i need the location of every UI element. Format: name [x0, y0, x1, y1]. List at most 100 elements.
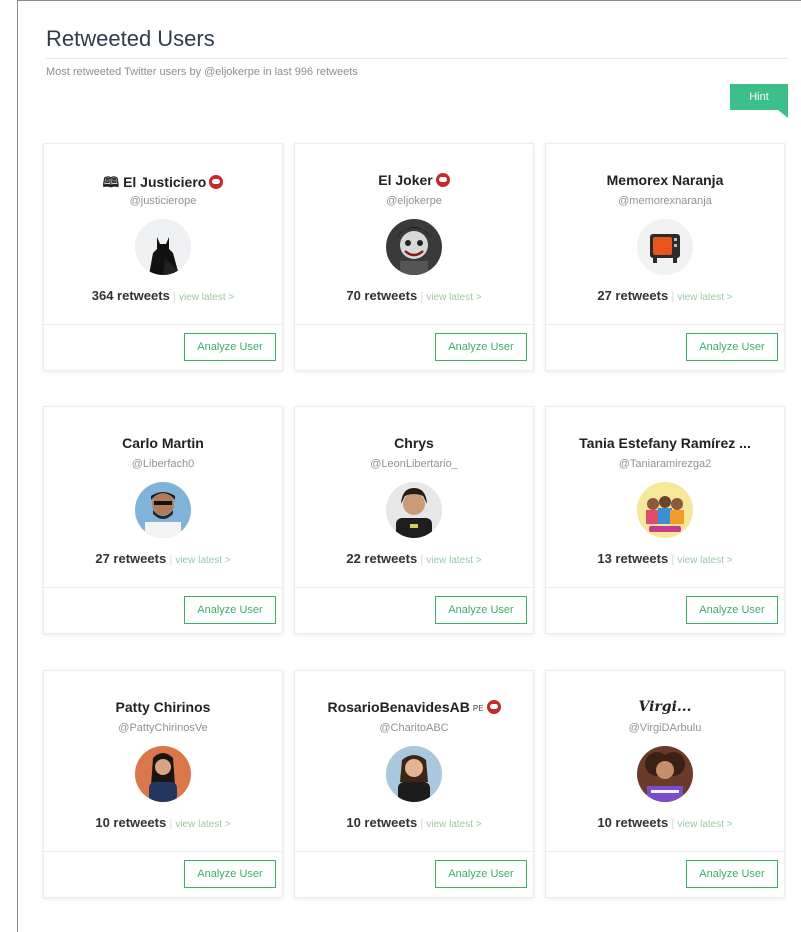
user-handle: @memorexnaranja [618, 195, 712, 207]
analyze-user-button[interactable]: Analyze User [435, 860, 527, 888]
retweet-stats: 10 retweets | view latest > [295, 814, 533, 832]
analyze-user-button[interactable]: Analyze User [184, 860, 276, 888]
user-handle: @CharitoABC [379, 722, 449, 734]
user-handle: @eljokerpe [386, 195, 442, 207]
user-card: RosarioBenavidesAB PE @CharitoABC 10 retw… [294, 670, 534, 898]
card-divider [546, 851, 784, 852]
user-name: Memorex Naranja [606, 172, 724, 188]
separator: | [671, 816, 675, 830]
title-divider [46, 58, 788, 59]
retweet-count: 27 retweets [597, 288, 669, 303]
view-latest-link[interactable]: view latest > [677, 292, 732, 303]
card-divider [295, 587, 533, 588]
user-name: RosarioBenavidesAB PE [295, 699, 533, 715]
hint-tail [778, 110, 788, 118]
retweet-stats: 22 retweets | view latest > [295, 550, 533, 568]
user-handle: @Liberfach0 [131, 458, 195, 470]
user-card: Tania Estefany Ramírez ... @Taniaramirez… [545, 406, 785, 634]
analyze-user-button[interactable]: Analyze User [686, 333, 778, 361]
card-divider [295, 851, 533, 852]
separator: | [671, 289, 675, 303]
retweet-count: 27 retweets [95, 551, 167, 566]
analyze-user-button[interactable]: Analyze User [686, 860, 778, 888]
retweet-stats: 364 retweets | view latest > [44, 287, 282, 305]
analyze-user-button[interactable]: Analyze User [435, 333, 527, 361]
avatar [637, 482, 693, 538]
user-name: Virgi... [638, 699, 692, 715]
view-latest-link[interactable]: view latest > [677, 819, 732, 830]
card-divider [546, 587, 784, 588]
user-card: Virgi... @VirgiDArbulu 10 retweets | view … [545, 670, 785, 898]
analyze-user-button[interactable]: Analyze User [686, 596, 778, 624]
separator: | [671, 552, 675, 566]
page-title: Retweeted Users [46, 26, 215, 51]
avatar [386, 746, 442, 802]
card-divider [44, 851, 282, 852]
user-name: Carlo Martin [122, 435, 204, 451]
retweet-stats: 10 retweets | view latest > [44, 814, 282, 832]
view-latest-link[interactable]: view latest > [426, 819, 481, 830]
card-divider [44, 324, 282, 325]
retweet-count: 10 retweets [597, 815, 669, 830]
separator: | [169, 816, 173, 830]
avatar [135, 746, 191, 802]
country-tag: PE [472, 704, 484, 713]
retweet-stats: 27 retweets | view latest > [546, 287, 784, 305]
user-card: Carlo Martin @Liberfach0 27 retweets | vie… [43, 406, 283, 634]
avatar [637, 746, 693, 802]
verified-badge-icon [209, 175, 224, 189]
hint-button[interactable]: Hint [730, 84, 788, 110]
retweet-count: 10 retweets [95, 815, 167, 830]
view-latest-link[interactable]: view latest > [426, 555, 481, 566]
frame-border-top [17, 0, 801, 1]
separator: | [169, 552, 173, 566]
retweet-stats: 27 retweets | view latest > [44, 550, 282, 568]
user-name: Patty Chirinos [115, 699, 211, 715]
separator: | [420, 552, 424, 566]
user-name: Chrys [394, 435, 434, 451]
user-card: Patty Chirinos @PattyChirinosVe 10 retwe… [43, 670, 283, 898]
user-name: El Joker [295, 172, 533, 188]
retweet-stats: 70 retweets | view latest > [295, 287, 533, 305]
avatar [135, 219, 191, 275]
view-latest-link[interactable]: view latest > [175, 555, 230, 566]
avatar [386, 482, 442, 538]
retweet-count: 364 retweets [91, 288, 170, 303]
analyze-user-button[interactable]: Analyze User [184, 333, 276, 361]
separator: | [172, 289, 176, 303]
view-latest-link[interactable]: view latest > [175, 819, 230, 830]
user-card: Chrys @LeonLibertario_ 22 retweets | view … [294, 406, 534, 634]
view-latest-link[interactable]: view latest > [426, 292, 481, 303]
page-subtitle: Most retweeted Twitter users by @eljoker… [46, 66, 358, 78]
user-handle: @justicierope [129, 195, 197, 207]
verified-badge-icon [486, 700, 501, 714]
view-latest-link[interactable]: view latest > [179, 292, 234, 303]
retweet-count: 13 retweets [597, 551, 669, 566]
section-header: Retweeted Users Most retweeted Twitter u… [46, 26, 788, 78]
user-card: Memorex Naranja @memorexnaranja 27 retwe… [545, 143, 785, 371]
separator: | [420, 289, 424, 303]
user-handle: @VirgiDArbulu [628, 722, 702, 734]
retweet-stats: 13 retweets | view latest > [546, 550, 784, 568]
avatar [637, 219, 693, 275]
analyze-user-button[interactable]: Analyze User [184, 596, 276, 624]
user-card: 🕮 El Justiciero @justicierope 364 retwee… [43, 143, 283, 371]
card-divider [295, 324, 533, 325]
card-divider [546, 324, 784, 325]
user-handle: @Taniaramirezga2 [618, 458, 712, 470]
user-handle: @LeonLibertario_ [370, 458, 458, 470]
retweet-count: 10 retweets [346, 815, 418, 830]
user-card: El Joker @eljokerpe 70 retweets | view lat… [294, 143, 534, 371]
user-handle: @PattyChirinosVe [118, 722, 208, 734]
retweet-stats: 10 retweets | view latest > [546, 814, 784, 832]
avatar [135, 482, 191, 538]
avatar [386, 219, 442, 275]
card-divider [44, 587, 282, 588]
analyze-user-button[interactable]: Analyze User [435, 596, 527, 624]
view-latest-link[interactable]: view latest > [677, 555, 732, 566]
frame-border-left [17, 0, 18, 932]
retweet-count: 70 retweets [346, 288, 418, 303]
user-name: 🕮 El Justiciero [44, 172, 282, 196]
separator: | [420, 816, 424, 830]
user-name: Tania Estefany Ramírez ... [579, 435, 751, 451]
